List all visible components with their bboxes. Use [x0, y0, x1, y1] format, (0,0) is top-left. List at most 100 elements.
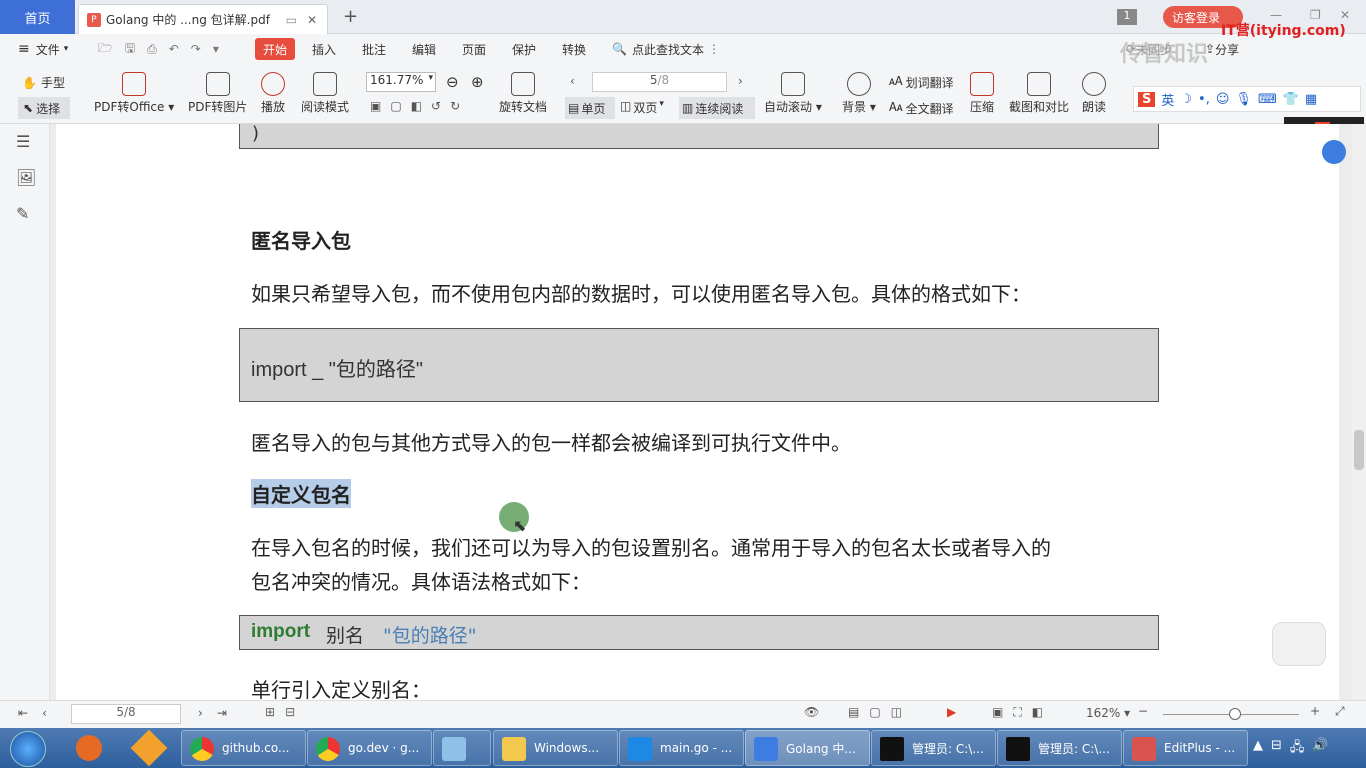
word-translate-button[interactable]: 🗚 划词翻译	[889, 74, 954, 91]
open-icon[interactable]: 🗁	[98, 39, 113, 60]
rotate-left-icon[interactable]: ↺	[431, 99, 441, 113]
search-box[interactable]: 🔍 点此查找文本 ⋮	[612, 34, 720, 64]
zoom-select[interactable]: 161.77% ▾	[366, 72, 436, 92]
close-tab-icon[interactable]: ✕	[307, 13, 317, 27]
fullscreen-icon[interactable]: ⤢	[1335, 704, 1345, 719]
taskbar-editplus[interactable]: EditPlus - ...	[1123, 730, 1248, 766]
ime-keyboard-icon[interactable]: ⌨	[1258, 92, 1277, 107]
vertical-scrollbar[interactable]	[1352, 124, 1366, 700]
ime-lang-icon[interactable]: 英	[1161, 90, 1174, 109]
first-page-icon[interactable]: ⇤	[18, 706, 28, 720]
volume-icon[interactable]: 🔊	[1312, 738, 1328, 760]
taskbar-pdf-reader[interactable]: Golang 中...	[745, 730, 870, 766]
menu-page[interactable]: 页面	[462, 34, 486, 64]
menu-file[interactable]: ≡ 文件 ▾	[18, 34, 68, 64]
taskbar-vscode[interactable]: main.go - ...	[619, 730, 744, 766]
play-button[interactable]: 播放	[261, 72, 285, 115]
status-page-input[interactable]: 5/8	[71, 704, 181, 724]
thumbnail-icon[interactable]: 🖼	[16, 168, 36, 187]
prev-page-icon[interactable]: ‹	[570, 74, 575, 88]
read-aloud-button[interactable]: 朗读	[1082, 72, 1106, 115]
fit-page-icon[interactable]: ▢	[390, 99, 401, 113]
zoom-plus-icon[interactable]: +	[1310, 704, 1320, 718]
actual-size-icon[interactable]: ▣	[370, 99, 381, 113]
new-tab-icon[interactable]: +	[343, 6, 358, 27]
ime-punct-icon[interactable]: •,	[1198, 92, 1210, 107]
menu-edit[interactable]: 编辑	[412, 34, 436, 64]
print-icon[interactable]: ⎙	[147, 42, 157, 57]
pdf-to-office-button[interactable]: PDF转Office ▾	[94, 72, 174, 115]
menu-insert[interactable]: 插入	[312, 34, 336, 64]
next-page-icon[interactable]: ›	[738, 74, 743, 88]
eye-icon[interactable]: 👁	[804, 705, 819, 719]
double-page-button[interactable]: ◫ 双页 ▾	[620, 99, 664, 116]
tab-home[interactable]: 首页	[0, 0, 75, 34]
firefox-icon[interactable]	[76, 735, 102, 761]
single-view-icon[interactable]: ▤	[848, 705, 859, 719]
compress-button[interactable]: 压缩	[970, 72, 994, 115]
taskbar-chrome-github[interactable]: github.co...	[181, 730, 306, 766]
status-zoom[interactable]: 162% ▾	[1086, 706, 1130, 720]
floating-tool-icon[interactable]	[1322, 140, 1346, 164]
fit-width-icon[interactable]: ◧	[411, 99, 422, 113]
taskbar-cmd-1[interactable]: 管理员: C:\...	[871, 730, 996, 766]
save-icon[interactable]: 🖫	[125, 39, 135, 60]
last-page-icon[interactable]: ⇥	[217, 706, 227, 720]
scroll-thumb[interactable]	[1354, 430, 1364, 470]
full-translate-button[interactable]: 🗛 全文翻译	[889, 100, 954, 117]
ime-emoji-icon[interactable]: ☺	[1216, 92, 1230, 107]
document-view[interactable]: ) 匿名导入包 如果只希望导入包，而不使用包内部的数据时，可以使用匿名导入包。具…	[50, 124, 1352, 700]
start-orb-icon[interactable]	[10, 731, 46, 767]
pdf-to-image-button[interactable]: PDF转图片	[188, 72, 247, 115]
zoom-in-icon[interactable]: ⊕	[471, 73, 484, 91]
select-tool[interactable]: ⬉ 选择	[18, 97, 70, 119]
tray-app-icon[interactable]: ⊟	[1271, 738, 1282, 760]
background-button[interactable]: 背景 ▾	[842, 72, 876, 115]
more-options-icon[interactable]: ⋮	[708, 42, 720, 56]
next-page-icon[interactable]: ›	[198, 706, 203, 720]
taskbar-chrome-godev[interactable]: go.dev · g...	[307, 730, 432, 766]
double-view-icon[interactable]: ◫	[891, 705, 902, 719]
menu-protect[interactable]: 保护	[512, 34, 536, 64]
ime-menu-icon[interactable]: ▦	[1305, 92, 1317, 107]
undo-icon[interactable]: ↶	[169, 42, 179, 56]
outline-icon[interactable]: ☰	[16, 132, 30, 151]
rotate-right-icon[interactable]: ↻	[450, 99, 460, 113]
page-input[interactable]: 5/8	[592, 72, 727, 92]
insert-page-icon[interactable]: ⊞	[265, 705, 275, 719]
ime-voice-icon[interactable]: 🎙	[1235, 92, 1252, 107]
taskbar-app[interactable]	[433, 730, 491, 766]
tray-arrow-icon[interactable]: ▲	[1253, 738, 1263, 760]
actual-size-icon[interactable]: ▣	[992, 705, 1003, 720]
play-slideshow-icon[interactable]: ▶	[947, 705, 956, 719]
continuous-read-button[interactable]: ▥ 连续阅读	[679, 97, 755, 119]
zoom-out-icon[interactable]: ⊖	[446, 73, 459, 91]
fit-width-icon[interactable]: ◧	[1032, 705, 1043, 720]
restore-tab-icon[interactable]: ▭	[286, 13, 297, 27]
menu-convert[interactable]: 转换	[562, 34, 586, 64]
fit-page-icon[interactable]: ⛶	[1013, 705, 1021, 720]
single-page-button[interactable]: ▤ 单页	[565, 97, 615, 119]
zoom-minus-icon[interactable]: −	[1138, 704, 1148, 718]
git-icon[interactable]	[130, 729, 168, 767]
screenshot-compare-button[interactable]: 截图和对比	[1009, 72, 1069, 115]
window-count-badge[interactable]: 1	[1117, 9, 1137, 25]
page-view-icon[interactable]: ▢	[869, 705, 880, 719]
read-mode-button[interactable]: 阅读模式	[301, 72, 349, 115]
menu-comment[interactable]: 批注	[362, 34, 386, 64]
network-icon[interactable]: 🖧	[1290, 738, 1305, 760]
sogou-icon[interactable]: S	[1138, 91, 1156, 107]
prev-page-icon[interactable]: ‹	[42, 706, 47, 720]
rotate-document-button[interactable]: 旋转文档	[499, 72, 547, 115]
video-play-icon[interactable]	[1272, 622, 1326, 666]
ime-skin-icon[interactable]: 👕	[1283, 92, 1299, 107]
bookmark-icon[interactable]: ✎	[16, 204, 29, 223]
export-page-icon[interactable]: ⊟	[285, 705, 295, 719]
more-icon[interactable]: ▾	[213, 42, 219, 56]
auto-scroll-button[interactable]: 自动滚动 ▾	[764, 72, 822, 115]
taskbar-explorer[interactable]: Windows...	[493, 730, 618, 766]
redo-icon[interactable]: ↷	[191, 42, 201, 56]
zoom-slider-thumb[interactable]	[1229, 708, 1241, 720]
taskbar-cmd-2[interactable]: 管理员: C:\...	[997, 730, 1122, 766]
menu-start[interactable]: 开始	[255, 38, 296, 60]
